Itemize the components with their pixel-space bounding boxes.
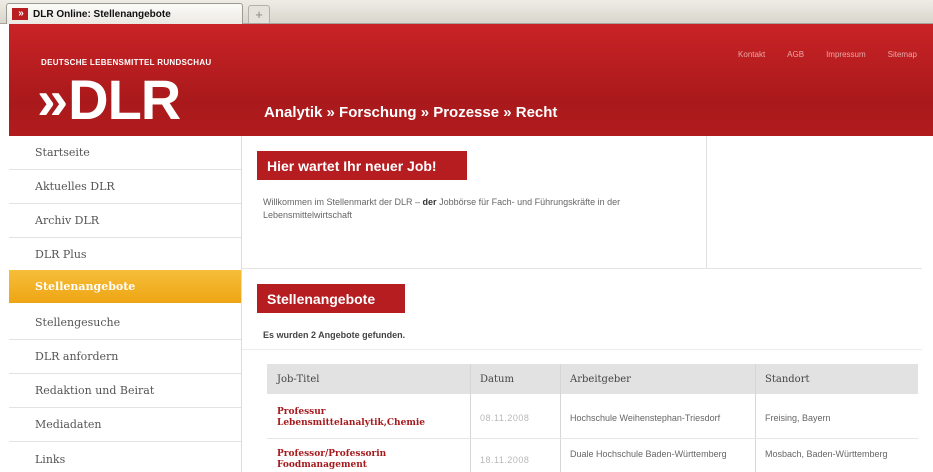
results-count: Es wurden 2 Angebote gefunden.: [263, 330, 406, 340]
sidebar-item-startseite[interactable]: Startseite: [9, 136, 241, 170]
topnav-sitemap-link[interactable]: Sitemap: [888, 50, 917, 59]
table-row: Professor/Professorin Foodmanagement 18.…: [267, 443, 918, 472]
welcome-divider: [706, 136, 707, 269]
job-employer: Hochschule Weihenstephan-Triesdorf: [570, 412, 721, 423]
row-divider: [267, 438, 918, 439]
welcome-heading: Hier wartet Ihr neuer Job!: [257, 151, 467, 180]
sidebar-item-redaktion-beirat[interactable]: Redaktion und Beirat: [9, 374, 241, 408]
sidebar-item-mediadaten[interactable]: Mediadaten: [9, 408, 241, 442]
section-divider: [242, 268, 922, 269]
new-tab-button[interactable]: +: [248, 5, 270, 23]
top-navigation: Kontakt AGB Impressum Sitemap: [738, 50, 917, 59]
browser-tab-strip: » DLR Online: Stellenangebote +: [0, 0, 933, 24]
offers-heading: Stellenangebote: [257, 284, 405, 313]
column-header-job-title[interactable]: Job-Titel: [267, 364, 470, 394]
table-row: Professur Lebensmittelanalytik,Chemie 08…: [267, 399, 918, 437]
sidebar-item-archiv-dlr[interactable]: Archiv DLR: [9, 204, 241, 238]
topnav-kontakt-link[interactable]: Kontakt: [738, 50, 765, 59]
logo-text: DLR: [68, 68, 181, 131]
job-date: 18.11.2008: [480, 455, 530, 465]
sidebar-item-stellengesuche[interactable]: Stellengesuche: [9, 306, 241, 340]
job-location: Mosbach, Baden-Württemberg: [765, 449, 888, 459]
welcome-text-bold: der: [422, 197, 437, 207]
sidebar-item-links[interactable]: Links: [9, 442, 241, 472]
job-employer: Duale Hochschule Baden-Württemberg: [570, 449, 727, 459]
topnav-agb-link[interactable]: AGB: [787, 50, 804, 59]
job-title-link[interactable]: Professur Lebensmittelanalytik,Chemie: [267, 399, 470, 437]
job-date: 08.11.2008: [480, 412, 530, 423]
site-header: DEUTSCHE LEBENSMITTEL RUNDSCHAU » DLR Kon…: [9, 24, 933, 136]
brand-subtitle: DEUTSCHE LEBENSMITTEL RUNDSCHAU: [41, 58, 212, 67]
header-tagline: Analytik » Forschung » Prozesse » Recht: [264, 104, 558, 121]
dlr-logo[interactable]: » DLR: [37, 72, 181, 128]
sidebar-item-dlr-anfordern[interactable]: DLR anfordern: [9, 340, 241, 374]
column-header-employer[interactable]: Arbeitgeber: [560, 364, 755, 394]
sidebar-divider: [241, 136, 242, 472]
sidebar-item-stellenangebote[interactable]: Stellenangebote: [9, 270, 241, 303]
browser-tab-title: DLR Online: Stellenangebote: [33, 8, 171, 20]
count-divider: [242, 349, 922, 350]
site-favicon-icon: »: [12, 8, 28, 20]
column-header-date[interactable]: Datum: [470, 364, 560, 394]
sidebar-nav: Startseite Aktuelles DLR Archiv DLR DLR …: [9, 136, 241, 472]
welcome-text-part: Willkommen im Stellenmarkt der DLR –: [263, 197, 423, 207]
sidebar-item-dlr-plus[interactable]: DLR Plus: [9, 238, 241, 272]
column-header-location[interactable]: Standort: [755, 364, 918, 394]
table-header: Job-Titel Datum Arbeitgeber Standort: [267, 364, 918, 394]
topnav-impressum-link[interactable]: Impressum: [826, 50, 866, 59]
job-location: Freising, Bayern: [765, 412, 831, 423]
job-title-link[interactable]: Professor/Professorin Foodmanagement: [267, 443, 470, 472]
sidebar-item-aktuelles-dlr[interactable]: Aktuelles DLR: [9, 170, 241, 204]
browser-tab[interactable]: » DLR Online: Stellenangebote: [6, 3, 243, 24]
logo-chevrons-icon: »: [37, 68, 68, 131]
welcome-text: Willkommen im Stellenmarkt der DLR – der…: [263, 196, 643, 222]
